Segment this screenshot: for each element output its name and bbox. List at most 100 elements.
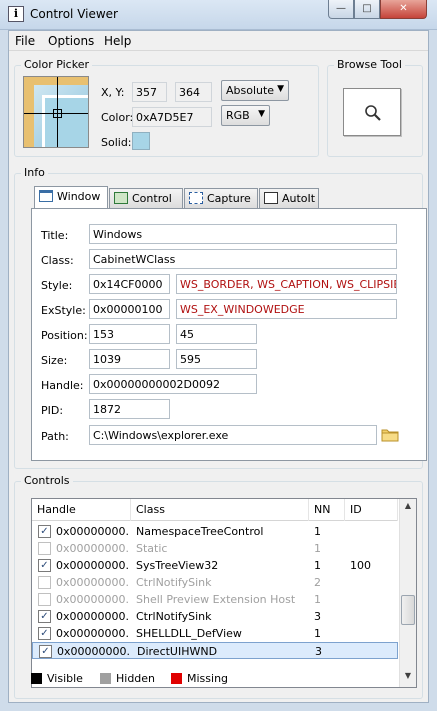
exstyle-field[interactable]: 0x00000100: [89, 299, 170, 319]
tab-window[interactable]: Window: [34, 186, 108, 208]
hidden-legend-swatch: [100, 673, 111, 684]
width-field[interactable]: 1039: [89, 349, 170, 369]
browse-tool-group: Browse Tool: [327, 58, 423, 157]
controls-list[interactable]: Handle Class NN ID ✓ 0x00000000... Namespa…: [31, 498, 417, 688]
row-nn: 3: [315, 645, 322, 658]
y-field: 364: [175, 82, 212, 102]
column-class[interactable]: Class: [131, 499, 309, 521]
control-icon: [114, 192, 128, 204]
path-label: Path:: [41, 430, 69, 443]
row-class: SysTreeView32: [136, 559, 219, 572]
path-field[interactable]: C:\Windows\explorer.exe: [89, 425, 377, 445]
row-nn: 1: [314, 627, 321, 640]
minimize-button[interactable]: —: [328, 0, 354, 19]
maximize-button[interactable]: □: [354, 0, 380, 19]
size-label: Size:: [41, 354, 68, 367]
pid-field[interactable]: 1872: [89, 399, 170, 419]
legend: Visible Hidden Missing: [31, 671, 411, 687]
menu-options[interactable]: Options: [48, 34, 94, 48]
chevron-down-icon: ▼: [277, 84, 284, 94]
coord-mode-select[interactable]: Absolute ▼: [221, 80, 289, 101]
table-row[interactable]: ✓ 0x00000000... CtrlNotifySink 3: [32, 608, 398, 625]
missing-legend-label: Missing: [187, 672, 229, 685]
tab-control[interactable]: Control: [109, 188, 183, 208]
class-field[interactable]: CabinetWClass: [89, 249, 397, 269]
row-class: CtrlNotifySink: [136, 610, 212, 623]
row-nn: 2: [314, 576, 321, 589]
row-checkbox[interactable]: [38, 542, 51, 555]
folder-icon[interactable]: [381, 427, 399, 442]
style-label: Style:: [41, 279, 73, 292]
column-handle[interactable]: Handle: [32, 499, 131, 521]
row-nn: 3: [314, 610, 321, 623]
info-tabs: Window Control Capture AutoIt: [34, 186, 334, 210]
position-y-field[interactable]: 45: [176, 324, 257, 344]
row-class: Shell Preview Extension Host: [136, 593, 296, 606]
row-checkbox[interactable]: ✓: [38, 627, 51, 640]
column-nn[interactable]: NN: [309, 499, 345, 521]
solid-color-swatch: [132, 132, 150, 150]
row-handle: 0x00000000...: [56, 542, 128, 555]
style-field[interactable]: 0x14CF0000: [89, 274, 170, 294]
row-nn: 1: [314, 525, 321, 538]
row-checkbox[interactable]: ✓: [38, 525, 51, 538]
scroll-up-icon[interactable]: ▲: [402, 501, 414, 515]
info-title: Info: [21, 166, 48, 179]
client-area: File Options Help Color Picker X, Y: 357…: [8, 30, 429, 703]
menu-file[interactable]: File: [15, 34, 35, 48]
table-row[interactable]: ✓ 0x00000000... DirectUIHWND 3: [32, 642, 398, 659]
controls-scrollbar[interactable]: ▲ ▼: [399, 499, 416, 687]
color-preview[interactable]: [23, 76, 89, 148]
browse-tool-button[interactable]: [343, 88, 401, 136]
style-flags-field[interactable]: WS_BORDER, WS_CAPTION, WS_CLIPSIE: [176, 274, 397, 294]
controls-list-header: Handle Class NN ID: [32, 499, 398, 521]
row-handle: 0x00000000...: [56, 525, 128, 538]
row-handle: 0x00000000...: [56, 610, 128, 623]
close-button[interactable]: ✕: [380, 0, 427, 19]
x-field: 357: [132, 82, 167, 102]
handle-field[interactable]: 0x00000000002D0092: [89, 374, 257, 394]
window-title: Control Viewer: [30, 7, 118, 21]
row-checkbox[interactable]: ✓: [39, 645, 52, 658]
position-x-field[interactable]: 153: [89, 324, 170, 344]
window-icon: [39, 190, 53, 202]
row-checkbox[interactable]: [38, 576, 51, 589]
capture-icon: [189, 192, 203, 204]
table-row[interactable]: ✓ 0x00000000... SHELLDLL_DefView 1: [32, 625, 398, 642]
scroll-thumb[interactable]: [401, 595, 415, 625]
solid-label: Solid:: [101, 136, 132, 149]
table-row[interactable]: 0x00000000... Static 1: [32, 540, 398, 557]
color-picker-title: Color Picker: [21, 58, 92, 71]
row-checkbox[interactable]: ✓: [38, 559, 51, 572]
table-row[interactable]: 0x00000000... CtrlNotifySink 2: [32, 574, 398, 591]
title-label: Title:: [41, 229, 69, 242]
browse-tool-title: Browse Tool: [334, 58, 405, 71]
tab-capture[interactable]: Capture: [184, 188, 258, 208]
app-icon: i: [8, 6, 24, 22]
row-checkbox[interactable]: [38, 593, 51, 606]
handle-label: Handle:: [41, 379, 84, 392]
hidden-legend-label: Hidden: [116, 672, 156, 685]
row-checkbox[interactable]: ✓: [38, 610, 51, 623]
menu-help[interactable]: Help: [104, 34, 131, 48]
exstyle-flags-field[interactable]: WS_EX_WINDOWEDGE: [176, 299, 397, 319]
color-picker-group: Color Picker X, Y: 357 364 Absolute ▼ Col…: [14, 58, 319, 157]
row-class: NamespaceTreeControl: [136, 525, 264, 538]
table-row[interactable]: 0x00000000... Shell Preview Extension Hos…: [32, 591, 398, 608]
row-class: Static: [136, 542, 168, 555]
title-field[interactable]: Windows: [89, 224, 397, 244]
color-value-field: 0xA7D5E7: [132, 107, 212, 127]
title-bar: i Control Viewer — □ ✕: [0, 0, 437, 30]
row-class: CtrlNotifySink: [136, 576, 212, 589]
height-field[interactable]: 595: [176, 349, 257, 369]
tab-autoit[interactable]: AutoIt: [259, 188, 319, 208]
column-id[interactable]: ID: [345, 499, 398, 521]
color-format-select[interactable]: RGB ▼: [221, 105, 270, 126]
row-handle: 0x00000000...: [56, 627, 128, 640]
table-row[interactable]: ✓ 0x00000000... NamespaceTreeControl 1: [32, 523, 398, 540]
row-nn: 1: [314, 542, 321, 555]
table-row[interactable]: ✓ 0x00000000... SysTreeView32 1 100: [32, 557, 398, 574]
row-handle: 0x00000000...: [56, 559, 128, 572]
missing-legend-swatch: [171, 673, 182, 684]
row-nn: 1: [314, 559, 321, 572]
